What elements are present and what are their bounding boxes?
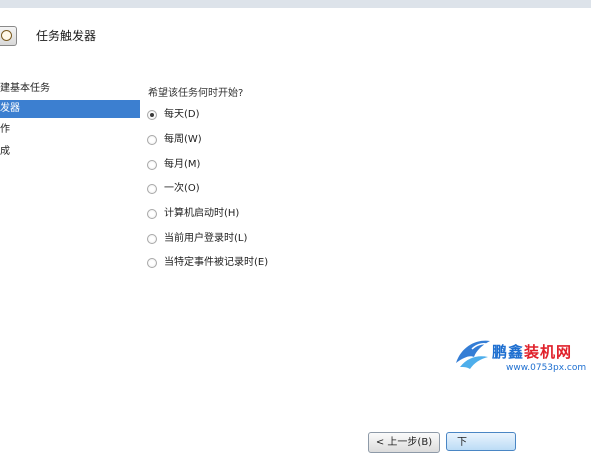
option-label[interactable]: 当前用户登录时(L)	[164, 231, 247, 247]
option-label[interactable]: 一次(O)	[164, 181, 200, 197]
option-weekly[interactable]: 每周(W)	[147, 132, 202, 148]
task-scheduler-clock-icon	[0, 26, 17, 46]
window-top-border	[0, 0, 591, 8]
watermark: 鹏鑫装机网 www.0753px.com	[452, 333, 591, 377]
page-title: 任务触发器	[36, 29, 97, 43]
sidebar-item-finish[interactable]: 成	[0, 143, 140, 161]
option-label[interactable]: 每天(D)	[164, 107, 200, 123]
radio-button[interactable]	[147, 209, 157, 219]
sidebar-item-trigger[interactable]: 发器	[0, 100, 140, 118]
back-button[interactable]: < 上一步(B)	[368, 432, 440, 453]
next-button[interactable]: 下	[446, 432, 516, 451]
option-one-time[interactable]: 一次(O)	[147, 181, 200, 197]
watermark-brand: 鹏鑫装机网	[492, 341, 572, 362]
watermark-brand-part2: 装机网	[524, 343, 573, 361]
clock-icon	[1, 30, 12, 41]
option-label[interactable]: 每周(W)	[164, 132, 202, 148]
option-label[interactable]: 每月(M)	[164, 157, 200, 173]
sidebar-item-create-basic-task[interactable]: 建基本任务	[0, 80, 140, 98]
wizard-header: 任务触发器	[0, 8, 591, 80]
watermark-brand-part1: 鹏鑫	[492, 343, 525, 361]
option-daily[interactable]: 每天(D)	[147, 107, 200, 123]
option-computer-starts[interactable]: 计算机启动时(H)	[147, 206, 239, 222]
option-user-logon[interactable]: 当前用户登录时(L)	[147, 231, 247, 247]
watermark-url: www.0753px.com	[506, 363, 587, 373]
radio-button[interactable]	[147, 184, 157, 194]
radio-button[interactable]	[147, 234, 157, 244]
option-label[interactable]: 计算机启动时(H)	[164, 206, 239, 222]
wizard-content: 建基本任务 发器 作 成 希望该任务何时开始? 每天(D) 每周(W) 每月(M…	[0, 80, 591, 457]
option-event-logged[interactable]: 当特定事件被记录时(E)	[147, 255, 268, 271]
radio-button-checked[interactable]	[147, 110, 157, 120]
option-label[interactable]: 当特定事件被记录时(E)	[164, 255, 268, 271]
option-monthly[interactable]: 每月(M)	[147, 157, 200, 173]
wizard-steps-sidebar: 建基本任务 发器 作 成	[0, 80, 140, 457]
bird-logo-icon	[456, 340, 490, 369]
radio-button[interactable]	[147, 135, 157, 145]
trigger-question: 希望该任务何时开始?	[148, 88, 244, 99]
radio-button[interactable]	[147, 160, 157, 170]
sidebar-item-action[interactable]: 作	[0, 121, 140, 139]
radio-button[interactable]	[147, 258, 157, 268]
